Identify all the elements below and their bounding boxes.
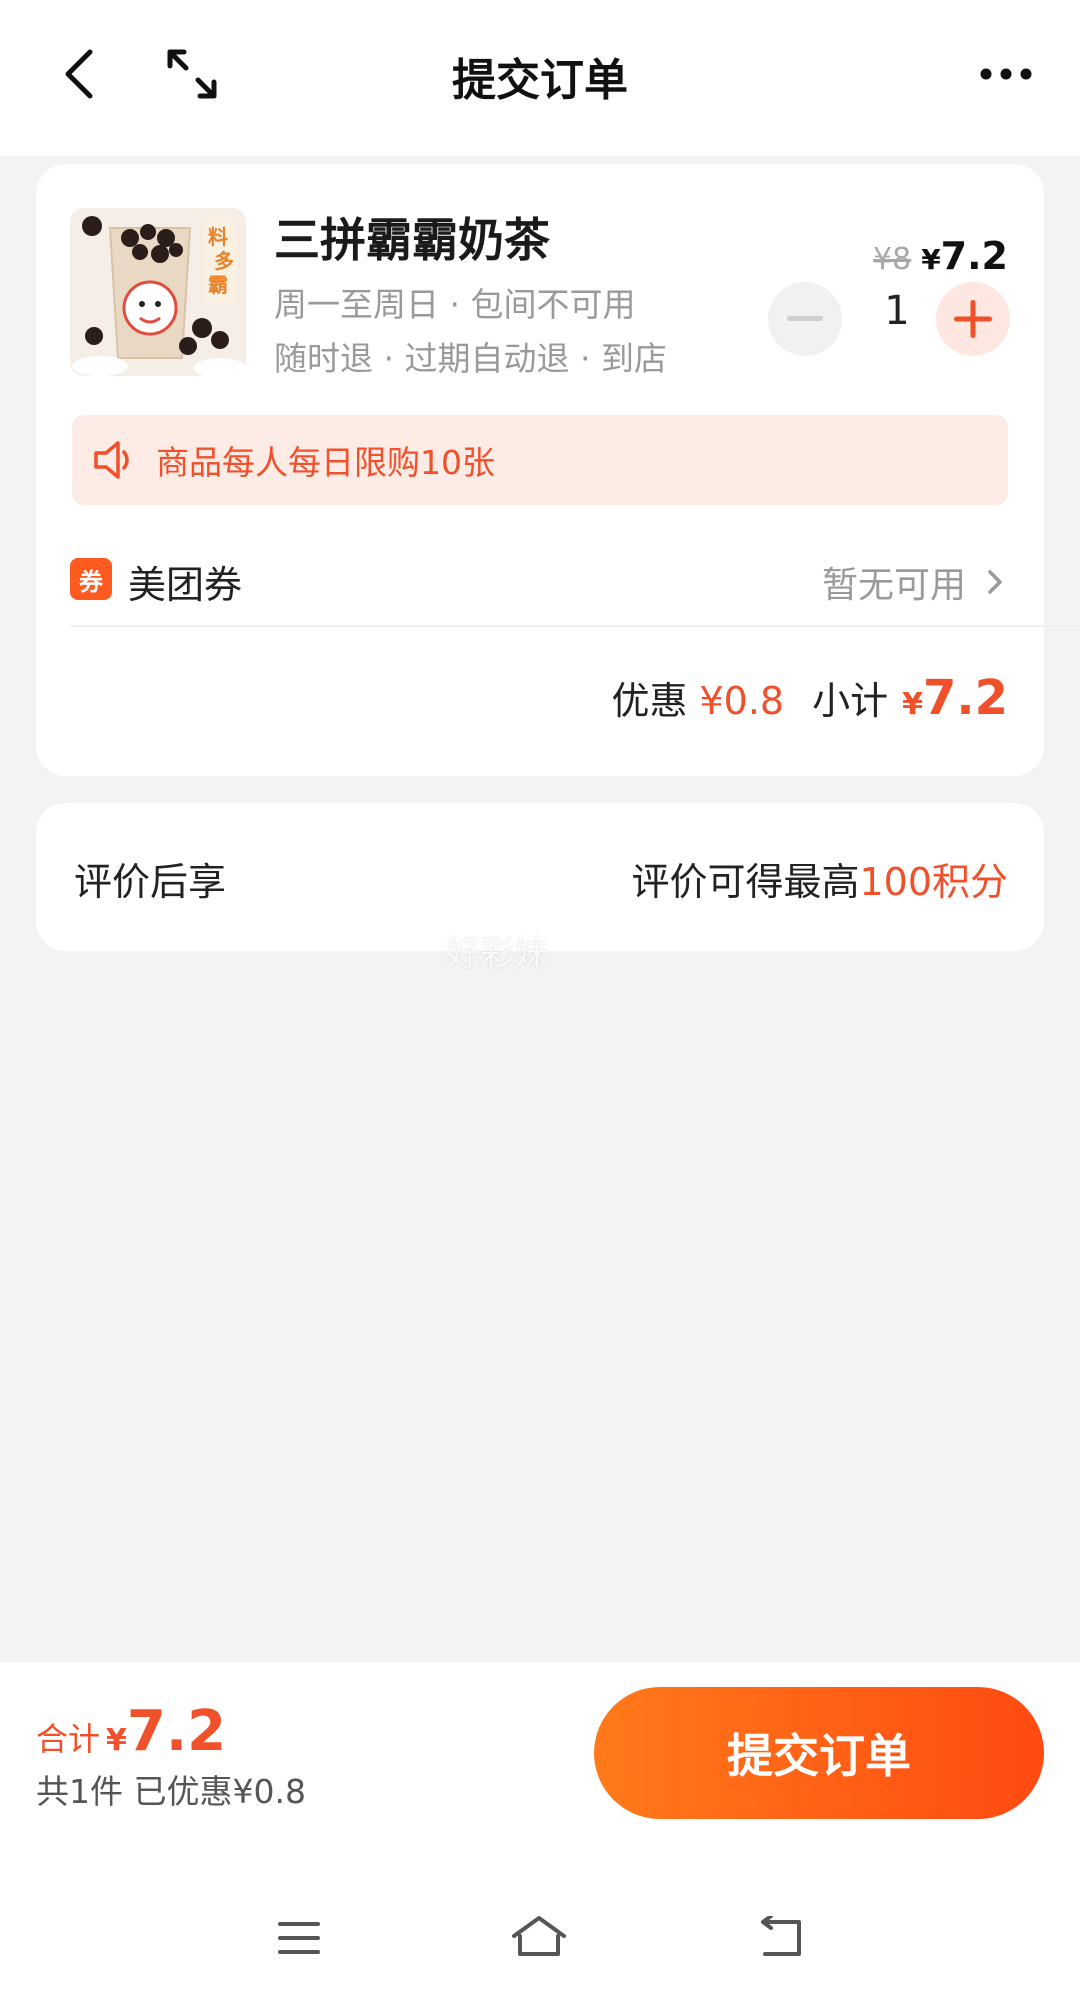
milk-tea-image: 料 多 霸 (70, 208, 246, 376)
coupon-row[interactable]: 券 美团券 暂无可用 (70, 542, 1010, 612)
svg-text:霸: 霸 (208, 273, 228, 297)
order-card: 料 多 霸 三拼霸霸奶茶 周一至周日 · 包间不可用 随时退 · 过期自动退 ·… (36, 164, 1080, 776)
page-title: 提交订单 (452, 55, 628, 106)
more-icon (980, 68, 1032, 80)
svg-text:多: 多 (214, 249, 234, 273)
discount-value: ¥0.8 (699, 679, 785, 723)
nav-home-button[interactable] (504, 1910, 574, 1966)
product-desc-line1: 周一至周日 · 包间不可用 (274, 285, 636, 324)
original-price: ¥8 (873, 242, 912, 277)
system-nav-bar (0, 1880, 1080, 1990)
menu-icon (278, 1922, 320, 1954)
divider (70, 625, 1080, 627)
current-price-symbol: ¥ (921, 243, 941, 276)
plus-icon (954, 300, 992, 338)
subtotal-value: 7.2 (922, 670, 1008, 726)
product-desc-line2: 随时退 · 过期自动退 · 到店 (274, 339, 667, 378)
quantity-minus-button[interactable] (768, 282, 842, 356)
review-label: 评价后享 (74, 860, 227, 904)
nav-back-button[interactable] (746, 1910, 816, 1966)
total-label: 合计 (36, 1720, 101, 1758)
nav-menu-button[interactable] (264, 1910, 334, 1966)
back-icon (761, 1916, 801, 1956)
total-subtext: 共1件 已优惠¥0.8 (36, 1772, 306, 1811)
review-reward-points: 100积分 (859, 860, 1008, 904)
home-icon (512, 1916, 566, 1956)
svg-text:料: 料 (208, 225, 228, 249)
purchase-limit-text: 商品每人每日限购10张 (156, 443, 495, 482)
product-name: 三拼霸霸奶茶 (274, 213, 550, 267)
review-reward-prefix: 评价可得最高 (631, 860, 860, 904)
order-summary: 优惠 ¥0.8 小计 ¥ 7.2 (611, 670, 1008, 726)
watermark: 好彩妹 (446, 934, 548, 974)
chevron-right-icon (988, 570, 1002, 594)
header: 提交订单 (0, 0, 1080, 156)
discount-label: 优惠 (611, 679, 688, 723)
minus-icon (787, 316, 823, 321)
submit-order-button[interactable]: 提交订单 (594, 1687, 1044, 1819)
product-image: 料 多 霸 (70, 208, 246, 376)
speaker-icon (90, 436, 138, 484)
subtotal-label: 小计 (812, 679, 889, 723)
coupon-label: 美团券 (128, 563, 243, 607)
total-value: 7.2 (126, 1699, 227, 1764)
subtotal-symbol: ¥ (902, 687, 923, 722)
coupon-status: 暂无可用 (821, 565, 966, 606)
coupon-tag-icon: 券 (70, 558, 112, 600)
more-button[interactable] (970, 38, 1042, 110)
total-symbol: ¥ (106, 1723, 127, 1758)
current-price: 7.2 (940, 234, 1008, 278)
quantity-value: 1 (884, 288, 910, 334)
price-box: ¥8 ¥ 7.2 (873, 234, 1008, 278)
review-reward: 评价可得最高100积分 (631, 851, 1008, 906)
order-page: 提交订单 料 多 霸 三拼霸霸奶茶 周一至周日 · 包间不可用 随时退 · 过期… (0, 0, 1080, 2000)
purchase-limit-notice: 商品每人每日限购10张 (72, 415, 1008, 505)
quantity-plus-button[interactable] (936, 282, 1010, 356)
total-line: 合计 ¥ 7.2 (36, 1699, 226, 1764)
